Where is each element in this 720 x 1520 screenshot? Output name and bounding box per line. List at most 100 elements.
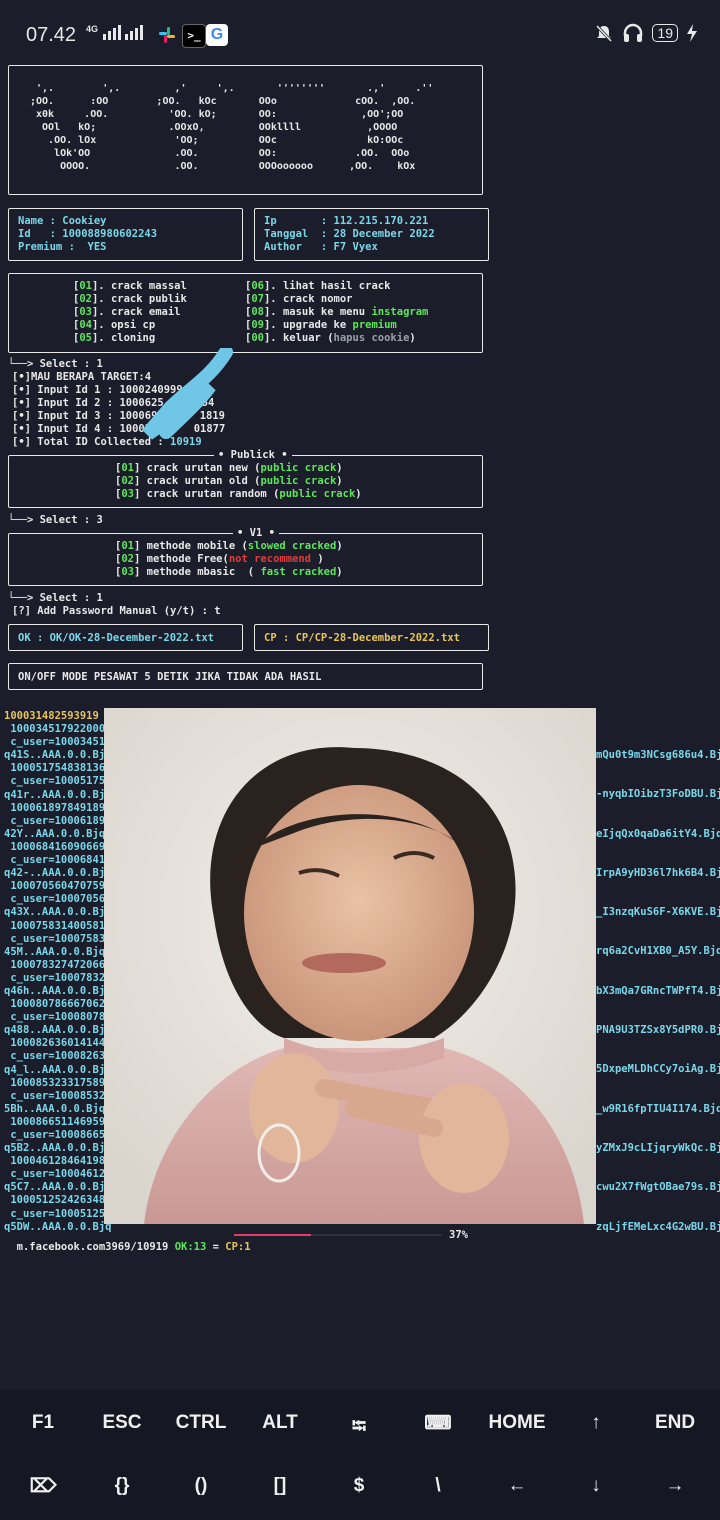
key-ctrl[interactable]: CTRL (161, 1412, 241, 1434)
publick-box: • Publick • [01] crack urutan new (publi… (8, 449, 483, 508)
result-token: eIjqQx0qaDa6itY4.Bjq (596, 827, 720, 840)
user-premium: Premium : YES (18, 241, 107, 253)
charging-icon (687, 24, 697, 42)
terminal-icon: >_ (182, 24, 206, 48)
publick-option[interactable]: [02] crack urutan old (public crack) (115, 475, 343, 487)
overlay-photo (104, 708, 596, 1224)
result-line: c_user=100080786 (4, 1011, 112, 1024)
key-braces[interactable]: {} (82, 1475, 162, 1497)
key-alt[interactable]: ALT (240, 1412, 320, 1434)
ip-address: Ip : 112.215.170.221 (264, 215, 429, 227)
key-brackets[interactable]: [] (240, 1475, 320, 1497)
result-line: q41r..AAA.0.0.Bjq (4, 788, 112, 801)
result-line: 100051754838136 (4, 762, 106, 775)
publick-title: • Publick • (214, 449, 292, 461)
result-line: 100070560470759 (4, 880, 106, 893)
progress-bar (234, 1234, 442, 1236)
menu-item[interactable]: [07]. crack nomor (245, 293, 353, 305)
method-option[interactable]: [02] methode Free(not recommend ) (115, 553, 324, 565)
password-prompt[interactable]: [?] Add Password Manual (y/t) : t (12, 605, 221, 617)
progress-line: m.facebook.com3969/10919 OK:13 = CP:1 (16, 1241, 251, 1253)
method-option[interactable]: [03] methode mbasic ( fast cracked) (115, 566, 343, 578)
result-line: q46h..AAA.0.0.Bjq (4, 984, 112, 997)
result-line: q5C7..AAA.0.0.Bjq (4, 1181, 112, 1194)
result-token: mQu0t9m3NCsg686u4.Bj (596, 749, 720, 761)
progress-percent: 37% (449, 1229, 468, 1241)
key-home[interactable]: HOME (477, 1412, 557, 1434)
main-menu-box: [01]. crack massal [02]. crack publik [0… (8, 273, 483, 353)
arrow-down-icon[interactable]: ↓ (556, 1475, 636, 1497)
result-line: q41S..AAA.0.0.Bjq (4, 749, 112, 762)
method-title: • V1 • (233, 527, 279, 539)
tab-key-icon[interactable]: ⭾ (319, 1412, 399, 1444)
select-prompt: └──> Select : 1 (8, 592, 103, 604)
key-backslash[interactable]: \ (398, 1475, 478, 1497)
signal-icon (103, 25, 144, 40)
result-line: c_user=100046128 (4, 1168, 112, 1181)
result-line: 100080786667062 (4, 998, 106, 1011)
result-line: c_user=100051252 (4, 1207, 112, 1220)
result-line: 100046128464198 (4, 1155, 106, 1168)
slack-icon (156, 24, 178, 46)
menu-item[interactable]: [03]. crack email (73, 306, 181, 318)
status-right: 19 (594, 22, 698, 44)
google-icon: G (206, 24, 228, 46)
key-parens[interactable]: () (161, 1475, 241, 1497)
progress-fill (234, 1234, 311, 1236)
key-end[interactable]: END (635, 1412, 715, 1434)
notice-box: ON/OFF MODE PESAWAT 5 DETIK JIKA TIDAK A… (8, 663, 483, 690)
result-line: q5B2..AAA.0.0.Bjq (4, 1142, 112, 1155)
key-f1[interactable]: F1 (3, 1412, 83, 1434)
menu-item[interactable]: [01]. crack massal (73, 280, 187, 292)
ok-file-path: OK : OK/OK-28-December-2022.txt (18, 632, 214, 644)
result-token: IrpA9yHD36l7hk6B4.Bj (596, 866, 720, 879)
method-box: • V1 • [01] methode mobile (slowed crack… (8, 527, 483, 586)
menu-item[interactable]: [09]. upgrade ke premium (245, 319, 397, 331)
method-option[interactable]: [01] methode mobile (slowed cracked) (115, 540, 343, 552)
result-line: c_user=100086651 (4, 1129, 112, 1141)
child-photo-image (104, 708, 596, 1224)
result-token: bX3mQa7GRncTWPfT4.Bj (596, 984, 720, 997)
result-token: yZMxJ9cLIjqryWkQc.Bj (596, 1141, 720, 1154)
result-line: c_user=100051754 (4, 775, 112, 788)
result-line: q42-..AAA.0.0.Bjq (4, 867, 112, 880)
menu-item[interactable]: [00]. keluar (hapus cookie) (245, 332, 416, 344)
result-token: -nyqbIOibzT3FoDBU.Bj (596, 788, 720, 801)
delete-icon[interactable]: ⌦ (3, 1475, 83, 1498)
publick-option[interactable]: [03] crack urutan random (public crack) (115, 488, 362, 500)
menu-item[interactable]: [04]. opsi cp (73, 319, 155, 331)
arrow-left-icon[interactable]: ← (477, 1475, 557, 1497)
menu-item[interactable]: [08]. masuk ke menu instagram (245, 306, 428, 318)
result-line: 100085323317589 (4, 1076, 106, 1089)
user-id: Id : 100088980602243 (18, 228, 158, 240)
result-line: c_user=100085323 (4, 1089, 112, 1102)
results-right-column: mQu0t9m3NCsg686u4.Bj -nyqbIOibzT3FoDBU.Bj… (596, 736, 720, 1247)
publick-option[interactable]: [01] crack urutan new (public crack) (115, 462, 343, 474)
result-line: 5Bh..AAA.0.0.Bjq (4, 1102, 106, 1115)
menu-item[interactable]: [02]. crack publik (73, 293, 187, 305)
result-line: 100034517922000 (4, 723, 106, 736)
menu-item[interactable]: [05]. cloning (73, 332, 155, 344)
result-line: c_user=100068416 (4, 854, 112, 867)
result-token: rq6a2CvH1XB0_A5Y.Bjq (596, 945, 720, 958)
result-token: _w9R16fpTIU4I174.Bjq (596, 1102, 720, 1115)
menu-item[interactable]: [06]. lihat hasil crack (245, 280, 390, 292)
redaction-scribble (142, 348, 233, 440)
result-line: c_user=100082636 (4, 1050, 112, 1063)
mute-icon (596, 24, 613, 43)
key-esc[interactable]: ESC (82, 1412, 162, 1434)
arrow-right-icon[interactable]: → (635, 1475, 715, 1497)
result-line: c_user=100034517 (4, 736, 112, 749)
date: Tanggal : 28 December 2022 (264, 228, 435, 240)
result-line: 100086651146959 (4, 1115, 106, 1128)
select-prompt: └──> Select : 1 (8, 358, 103, 370)
result-token: PNA9U3TZSx8Y5dPR0.Bj (596, 1024, 720, 1037)
keyboard-icon[interactable]: ⌨ (398, 1412, 478, 1435)
airplane-notice: ON/OFF MODE PESAWAT 5 DETIK JIKA TIDAK A… (18, 671, 322, 683)
arrow-up-icon[interactable]: ↑ (556, 1412, 636, 1434)
key-dollar[interactable]: $ (319, 1475, 399, 1497)
ascii-logo: ',. ',. ,' ',. '''''''' .,' .'' ;OO. :OO… (30, 83, 434, 172)
result-line: 100031482593919 (4, 710, 99, 722)
result-line: q488..AAA.0.0.Bjq (4, 1024, 112, 1037)
result-line: c_user=100078327 (4, 971, 112, 984)
